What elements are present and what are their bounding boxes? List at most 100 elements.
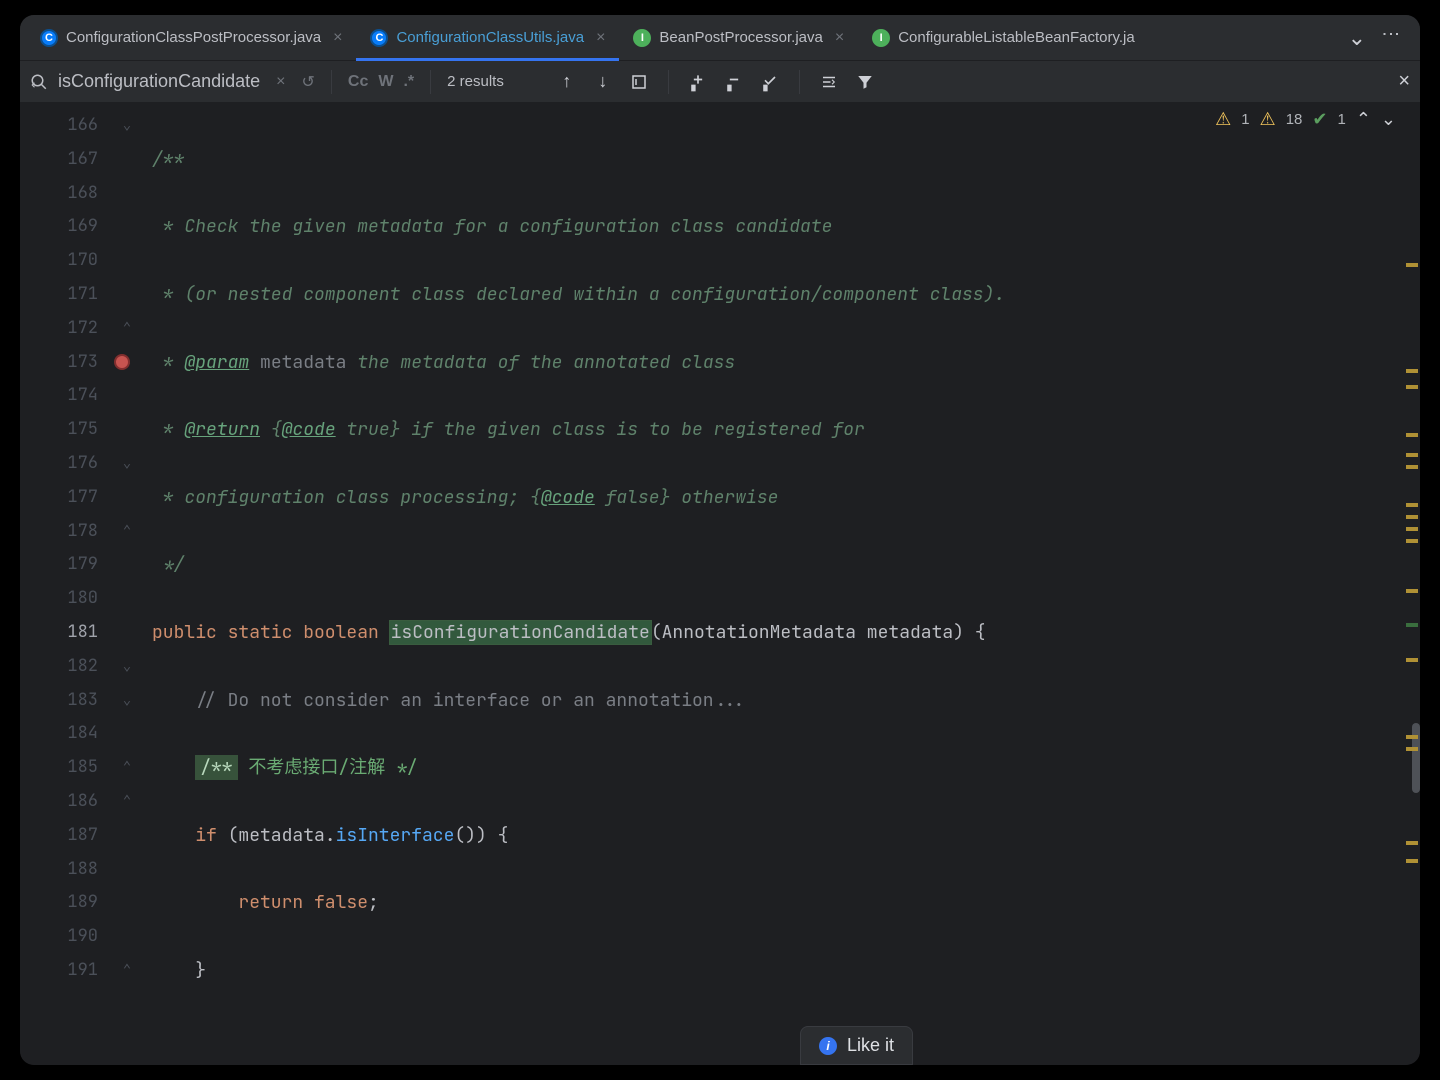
regex-toggle[interactable]: .* <box>403 73 414 91</box>
separator <box>331 70 332 94</box>
close-find-icon[interactable]: × <box>1398 70 1410 93</box>
warning-icon: ⚠ <box>1260 109 1276 130</box>
tab-bean-post-processor[interactable]: I BeanPostProcessor.java × <box>619 15 858 61</box>
fold-toggle-icon[interactable]: ⌃ <box>112 515 142 549</box>
javadoc-tag: @code <box>541 486 595 509</box>
stripe-marker[interactable] <box>1406 515 1418 519</box>
remove-selection-icon[interactable]: II <box>721 72 747 92</box>
find-toolbar: isConfigurationCandidate × ↺ Cc W .* 2 r… <box>20 61 1420 103</box>
interface-icon: I <box>633 29 651 47</box>
stripe-marker[interactable] <box>1406 747 1418 751</box>
clear-icon[interactable]: × <box>276 73 285 91</box>
search-query[interactable]: isConfigurationCandidate <box>58 71 260 92</box>
stripe-marker[interactable] <box>1406 658 1418 662</box>
keyword: if <box>195 824 227 847</box>
javadoc: * <box>152 351 184 374</box>
interface-icon: I <box>872 29 890 47</box>
stripe-marker[interactable] <box>1406 735 1418 739</box>
fold-toggle-icon[interactable]: ⌄ <box>112 684 142 718</box>
class-icon: C <box>40 29 58 47</box>
tab-config-class-post-processor[interactable]: C ConfigurationClassPostProcessor.java × <box>26 15 356 61</box>
warning-count: 1 <box>1241 111 1249 128</box>
error-stripe[interactable] <box>1404 103 1420 1065</box>
next-occurrence-icon[interactable]: ↓ <box>590 71 616 92</box>
code-editor[interactable]: ⚠1 ⚠18 ✔1 ⌃ ⌄ 16616716816917017117217317… <box>20 103 1420 1065</box>
stripe-marker[interactable] <box>1406 385 1418 389</box>
stripe-marker[interactable] <box>1406 539 1418 543</box>
add-selection-icon[interactable]: II <box>685 72 711 92</box>
tab-options-icon[interactable]: ⋮ <box>1380 25 1402 51</box>
javadoc: metadata <box>249 351 346 374</box>
show-tab-list-icon[interactable]: ⌄ <box>1348 25 1366 51</box>
stripe-marker[interactable] <box>1406 369 1418 373</box>
filter-settings-icon[interactable] <box>816 73 842 91</box>
class-icon: C <box>370 29 388 47</box>
svg-text:II: II <box>691 83 695 92</box>
inspection-widget[interactable]: ⚠1 ⚠18 ✔1 ⌃ ⌄ <box>1215 109 1396 130</box>
fold-toggle-icon[interactable]: ⌄ <box>112 650 142 684</box>
code-text: (AnnotationMetadata metadata) { <box>651 621 986 644</box>
fold-toggle-icon[interactable]: ⌄ <box>112 109 142 143</box>
stripe-marker[interactable] <box>1406 433 1418 437</box>
breakpoint-icon[interactable] <box>114 354 130 370</box>
stripe-marker[interactable] <box>1406 465 1418 469</box>
history-icon[interactable]: ↺ <box>301 72 314 92</box>
close-icon[interactable]: × <box>333 29 342 47</box>
code-text <box>152 891 238 914</box>
tab-label: ConfigurationClassPostProcessor.java <box>66 29 321 46</box>
close-icon[interactable]: × <box>596 29 605 47</box>
stripe-marker[interactable] <box>1406 263 1418 267</box>
tab-label: ConfigurationClassUtils.java <box>396 29 584 46</box>
svg-text:II: II <box>763 83 767 92</box>
keyword: public static boolean <box>152 621 390 644</box>
doc-comment: /** <box>195 755 237 780</box>
fold-toggle-icon[interactable]: ⌃ <box>112 312 142 346</box>
stripe-marker[interactable] <box>1406 841 1418 845</box>
javadoc: if the given class is to be registered f… <box>400 418 864 441</box>
code-text: ; <box>368 891 379 914</box>
fold-gutter[interactable]: ⌄⌃⌄⌄⌃⌄⌄⌃⌃⌃ <box>112 103 142 1065</box>
scrollbar-thumb[interactable] <box>1412 723 1420 793</box>
javadoc: * (or nested component class declared wi… <box>152 283 1005 306</box>
tab-configurable-listable-bean-factory[interactable]: I ConfigurableListableBeanFactory.ja <box>858 15 1149 61</box>
code-text: (metadata. <box>228 824 336 847</box>
method-call: isInterface <box>336 824 455 847</box>
javadoc: the metadata of the annotated class <box>346 351 735 374</box>
select-all-occurrences-icon[interactable]: II <box>757 72 783 92</box>
stripe-marker[interactable] <box>1406 859 1418 863</box>
stripe-marker[interactable] <box>1406 527 1418 531</box>
prev-occurrence-icon[interactable]: ↑ <box>554 71 580 92</box>
separator <box>668 70 669 94</box>
separator <box>799 70 800 94</box>
javadoc-tag: @return <box>184 418 260 441</box>
match-case-toggle[interactable]: Cc <box>348 73 368 91</box>
whole-words-toggle[interactable]: W <box>378 73 393 91</box>
close-icon[interactable]: × <box>835 29 844 47</box>
next-highlight-icon[interactable]: ⌄ <box>1381 109 1396 130</box>
filter-icon[interactable] <box>852 73 878 91</box>
search-match: isConfigurationCandidate <box>390 621 651 644</box>
tab-configuration-class-utils[interactable]: C ConfigurationClassUtils.java × <box>356 15 619 61</box>
stripe-marker[interactable] <box>1406 589 1418 593</box>
stripe-marker[interactable] <box>1406 503 1418 507</box>
stripe-marker[interactable] <box>1406 623 1418 627</box>
javadoc: * configuration class processing; { <box>152 486 541 509</box>
javadoc: true} <box>336 418 401 441</box>
fold-toggle-icon[interactable]: ⌄ <box>112 447 142 481</box>
svg-text:II: II <box>727 83 731 92</box>
warning-icon: ⚠ <box>1215 109 1231 130</box>
ok-icon: ✔ <box>1312 109 1327 130</box>
javadoc: otherwise <box>670 486 778 509</box>
fold-toggle-icon[interactable]: ⌃ <box>112 751 142 785</box>
fold-toggle-icon[interactable]: ⌃ <box>112 954 142 988</box>
search-icon <box>30 73 48 91</box>
stripe-marker[interactable] <box>1406 453 1418 457</box>
line-number-gutter[interactable]: 1661671681691701711721731741751761771781… <box>20 103 112 1065</box>
feedback-popup[interactable]: i Like it <box>800 1026 913 1065</box>
fold-toggle-icon[interactable]: ⌃ <box>112 785 142 819</box>
popup-label: Like it <box>847 1035 894 1056</box>
prev-highlight-icon[interactable]: ⌃ <box>1356 109 1371 130</box>
select-all-icon[interactable] <box>626 73 652 91</box>
tab-label: ConfigurableListableBeanFactory.ja <box>898 29 1135 46</box>
code-area[interactable]: /** * Check the given metadata for a con… <box>142 103 1404 1065</box>
